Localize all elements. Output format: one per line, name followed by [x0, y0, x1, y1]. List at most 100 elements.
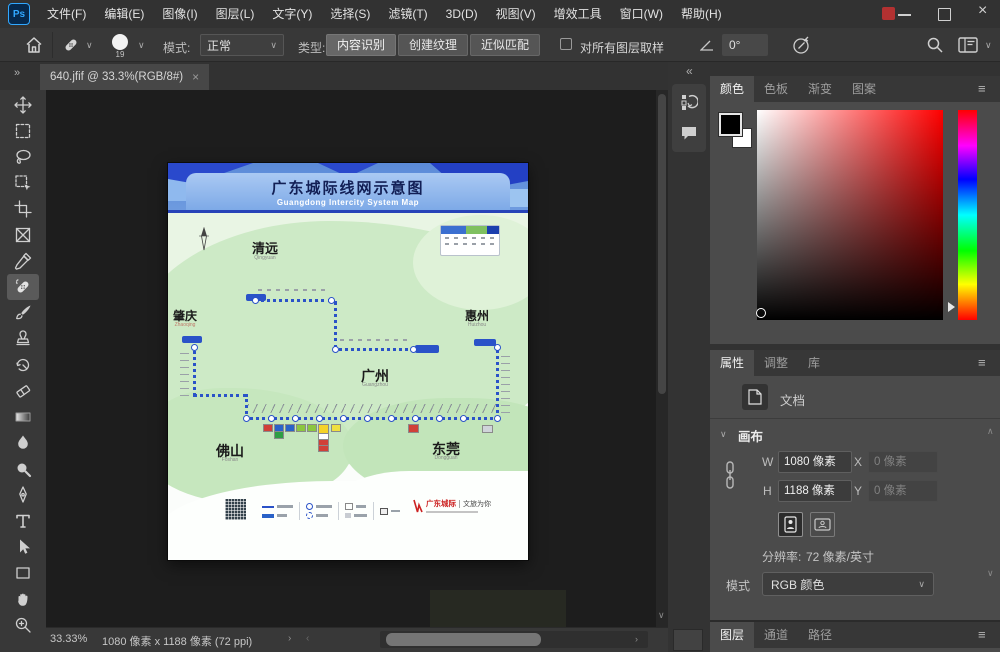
- rectangular-marquee-tool[interactable]: [0, 118, 46, 144]
- workspace-switcher-icon[interactable]: [958, 37, 978, 53]
- collapse-panels-icon[interactable]: «: [686, 64, 693, 78]
- canvas-area[interactable]: 广东城际线网示意图 Guangdong Intercity System Map…: [46, 90, 656, 627]
- blur-tool[interactable]: [0, 430, 46, 456]
- object-selection-tool[interactable]: [0, 170, 46, 196]
- y-input[interactable]: 0 像素: [868, 480, 938, 502]
- tool-preset-spot-healing-icon[interactable]: [62, 36, 80, 54]
- menu-view[interactable]: 视图(V): [487, 0, 545, 28]
- map-title: 广东城际线网示意图: [186, 177, 510, 198]
- gradient-tool[interactable]: [0, 404, 46, 430]
- brush-picker-chevron-icon[interactable]: ∨: [138, 40, 145, 51]
- vertical-scrollbar-thumb[interactable]: [658, 94, 666, 394]
- menu-type[interactable]: 文字(Y): [263, 0, 321, 28]
- type-button-create-texture[interactable]: 创建纹理: [398, 34, 468, 56]
- layers-panel-menu-icon[interactable]: ≡: [978, 627, 986, 642]
- link-dimensions-icon[interactable]: [724, 460, 736, 490]
- tab-libraries[interactable]: 库: [798, 350, 830, 376]
- maximize-button[interactable]: [938, 8, 951, 21]
- canvas-section-label[interactable]: 画布: [738, 426, 763, 445]
- dodge-tool[interactable]: [0, 456, 46, 482]
- hue-slider[interactable]: [958, 110, 977, 320]
- color-picker-ring[interactable]: [756, 308, 766, 318]
- type-button-proximity-match[interactable]: 近似匹配: [470, 34, 540, 56]
- history-panel-icon[interactable]: [680, 93, 698, 111]
- menu-layer[interactable]: 图层(L): [207, 0, 264, 28]
- scroll-down-icon[interactable]: ∨: [658, 610, 665, 621]
- tab-patterns[interactable]: 图案: [842, 76, 886, 102]
- properties-panel-menu-icon[interactable]: ≡: [978, 355, 986, 370]
- toolbar-collapse-icon[interactable]: »: [14, 67, 20, 79]
- hand-tool[interactable]: [0, 586, 46, 612]
- height-input[interactable]: 1188 像素: [778, 480, 852, 502]
- status-next-icon[interactable]: ›: [288, 633, 291, 644]
- path-selection-tool[interactable]: [0, 534, 46, 560]
- menu-file[interactable]: 文件(F): [38, 0, 95, 28]
- orientation-landscape-button[interactable]: [810, 512, 835, 537]
- tab-color[interactable]: 颜色: [710, 76, 754, 102]
- clone-stamp-tool[interactable]: [0, 326, 46, 352]
- menu-select[interactable]: 选择(S): [321, 0, 379, 28]
- width-input[interactable]: 1080 像素: [778, 451, 852, 473]
- document-tab-close-icon[interactable]: ×: [192, 70, 199, 84]
- color-mode-select[interactable]: RGB 颜色 ∨: [762, 572, 934, 596]
- tool-preset-chevron-icon[interactable]: ∨: [86, 40, 93, 51]
- angle-input[interactable]: 0°: [722, 34, 768, 56]
- vertical-scrollbar[interactable]: ∨: [656, 90, 668, 627]
- mode-select[interactable]: 正常 ∨: [200, 34, 284, 56]
- tab-adjustments[interactable]: 调整: [754, 350, 798, 376]
- sample-all-layers-label[interactable]: 对所有图层取样: [580, 39, 664, 56]
- minimize-button[interactable]: [898, 14, 911, 16]
- type-tool[interactable]: [0, 508, 46, 534]
- search-icon[interactable]: [926, 36, 944, 54]
- workspace-chevron-icon[interactable]: ∨: [985, 40, 992, 51]
- tab-properties[interactable]: 属性: [710, 350, 754, 376]
- eyedropper-tool[interactable]: [0, 248, 46, 274]
- scroll-right-icon[interactable]: ›: [635, 634, 638, 644]
- lasso-tool[interactable]: [0, 144, 46, 170]
- saturation-brightness-field[interactable]: [757, 110, 943, 320]
- tab-swatches[interactable]: 色板: [754, 76, 798, 102]
- spot-healing-brush-tool[interactable]: [7, 274, 39, 300]
- document-tab[interactable]: 640.jfif @ 33.3%(RGB/8#) ×: [40, 64, 209, 90]
- move-tool[interactable]: [0, 92, 46, 118]
- canvas-section-chevron-icon[interactable]: ∨: [720, 429, 727, 440]
- close-button[interactable]: ×: [978, 2, 987, 20]
- sample-all-layers-checkbox[interactable]: [560, 38, 572, 50]
- comment-panel-icon[interactable]: [680, 124, 698, 142]
- crop-tool[interactable]: [0, 196, 46, 222]
- document-info[interactable]: 1080 像素 x 1188 像素 (72 ppi): [102, 633, 252, 649]
- tab-gradients[interactable]: 渐变: [798, 76, 842, 102]
- tab-paths[interactable]: 路径: [798, 622, 842, 648]
- tab-layers[interactable]: 图层: [710, 622, 754, 648]
- status-prev-icon[interactable]: ‹: [306, 633, 309, 644]
- menu-image[interactable]: 图像(I): [153, 0, 206, 28]
- horizontal-scrollbar[interactable]: ›: [380, 631, 648, 648]
- menu-filter[interactable]: 滤镜(T): [379, 0, 436, 28]
- horizontal-scrollbar-thumb[interactable]: [386, 633, 541, 646]
- properties-scroll-up-icon[interactable]: ∧: [987, 426, 994, 437]
- menu-window[interactable]: 窗口(W): [611, 0, 672, 28]
- zoom-level-field[interactable]: 33.33%: [50, 633, 87, 645]
- rectangle-tool[interactable]: [0, 560, 46, 586]
- tab-channels[interactable]: 通道: [754, 622, 798, 648]
- properties-scroll-down-icon[interactable]: ∨: [987, 568, 994, 579]
- brush-tool[interactable]: [0, 300, 46, 326]
- color-panel-menu-icon[interactable]: ≡: [978, 81, 986, 96]
- pen-tool[interactable]: [0, 482, 46, 508]
- menu-3d[interactable]: 3D(D): [437, 0, 487, 28]
- history-brush-tool[interactable]: [0, 352, 46, 378]
- zoom-tool[interactable]: [0, 612, 46, 638]
- home-icon[interactable]: [24, 35, 44, 55]
- orientation-portrait-button[interactable]: [778, 512, 803, 537]
- eraser-tool[interactable]: [0, 378, 46, 404]
- type-button-content-aware[interactable]: 内容识别: [326, 34, 396, 56]
- hue-slider-arrow-icon[interactable]: [948, 302, 955, 312]
- pressure-icon[interactable]: [792, 35, 812, 55]
- foreground-color-swatch[interactable]: [719, 113, 742, 136]
- menu-help[interactable]: 帮助(H): [672, 0, 731, 28]
- menu-edit[interactable]: 编辑(E): [95, 0, 153, 28]
- city-label-zhaoqing: 肇庆 Zhaoqing: [173, 310, 197, 328]
- x-input[interactable]: 0 像素: [868, 451, 938, 473]
- menu-plugins[interactable]: 增效工具: [545, 0, 611, 28]
- frame-tool[interactable]: [0, 222, 46, 248]
